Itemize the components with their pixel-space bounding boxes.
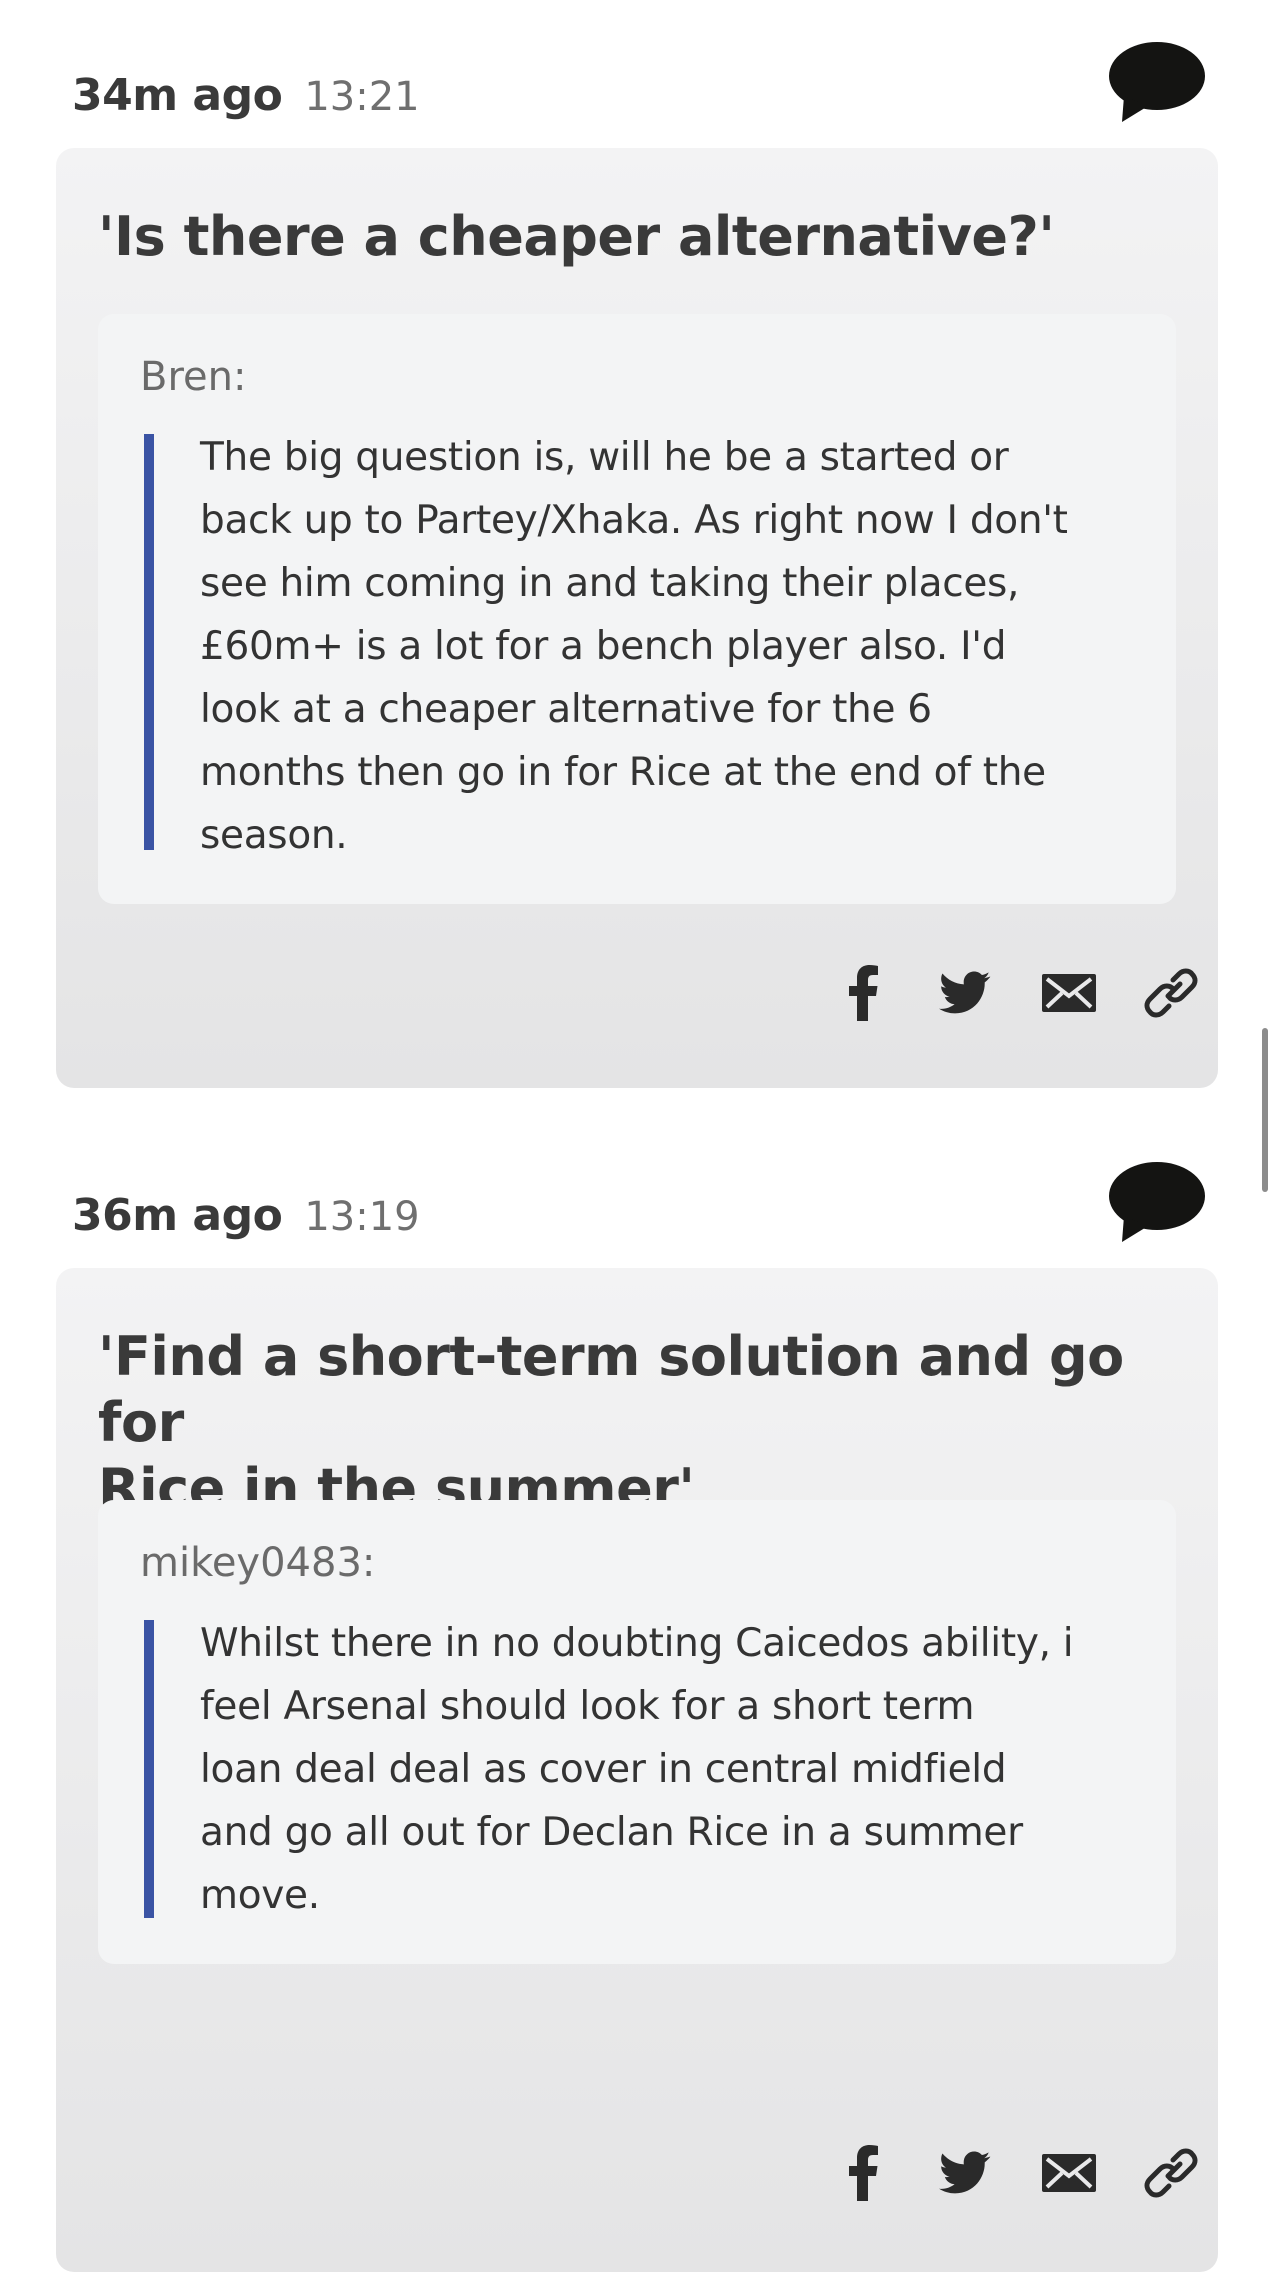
comment-line: The big question is, will he be a starte… [200, 435, 1009, 480]
post-card: 'Find a short-term solution and go for R… [56, 1268, 1218, 2272]
comment-line: move. [200, 1873, 320, 1918]
clock-time: 13:19 [304, 1194, 420, 1240]
headline-line: 'Find a short-term solution and go for [98, 1325, 1124, 1454]
facebook-icon[interactable] [828, 2138, 898, 2208]
email-icon[interactable] [1034, 2138, 1104, 2208]
comment-line: back up to Partey/Xhaka. As right now I … [200, 498, 1068, 543]
comment-line: feel Arsenal should look for a short ter… [200, 1684, 975, 1729]
post-card: 'Is there a cheaper alternative?' Bren: … [56, 148, 1218, 1088]
link-icon[interactable] [1136, 2138, 1206, 2208]
comment-line: see him coming in and taking their place… [200, 561, 1020, 606]
twitter-icon[interactable] [930, 2138, 1000, 2208]
twitter-icon[interactable] [930, 958, 1000, 1028]
comment-line: loan deal deal as cover in central midfi… [200, 1747, 1007, 1792]
facebook-icon[interactable] [828, 958, 898, 1028]
comment-line: £60m+ is a lot for a bench player also. … [200, 624, 1007, 669]
comment-line: season. [200, 813, 348, 858]
post-timestamp: 36m ago 13:19 [72, 1190, 420, 1250]
post-headline: 'Find a short-term solution and go for R… [98, 1324, 1138, 1522]
speech-bubble-icon[interactable] [1108, 1160, 1206, 1244]
reader-comment: Bren: The big question is, will he be a … [98, 314, 1176, 904]
share-row [794, 958, 1214, 1028]
email-icon[interactable] [1034, 958, 1104, 1028]
scrollbar[interactable] [1262, 1028, 1268, 1192]
speech-bubble-icon[interactable] [1108, 40, 1206, 124]
comment-line: months then go in for Rice at the end of… [200, 750, 1046, 795]
post-headline: 'Is there a cheaper alternative?' [98, 205, 1055, 268]
share-row [794, 2138, 1214, 2208]
reader-comment: mikey0483: Whilst there in no doubting C… [98, 1500, 1176, 1964]
comment-text: The big question is, will he be a starte… [200, 426, 1140, 867]
clock-time: 13:21 [304, 74, 420, 120]
comment-line: Whilst there in no doubting Caicedos abi… [200, 1621, 1074, 1666]
link-icon[interactable] [1136, 958, 1206, 1028]
comment-author: mikey0483: [140, 1540, 376, 1586]
comment-text: Whilst there in no doubting Caicedos abi… [200, 1612, 1140, 1927]
relative-time: 36m ago [72, 1190, 283, 1241]
quote-bar [144, 434, 154, 850]
post-timestamp: 34m ago 13:21 [72, 70, 420, 130]
quote-bar [144, 1620, 154, 1918]
comment-line: look at a cheaper alternative for the 6 [200, 687, 932, 732]
comment-author: Bren: [140, 354, 247, 400]
comment-line: and go all out for Declan Rice in a summ… [200, 1810, 1023, 1855]
relative-time: 34m ago [72, 70, 283, 121]
